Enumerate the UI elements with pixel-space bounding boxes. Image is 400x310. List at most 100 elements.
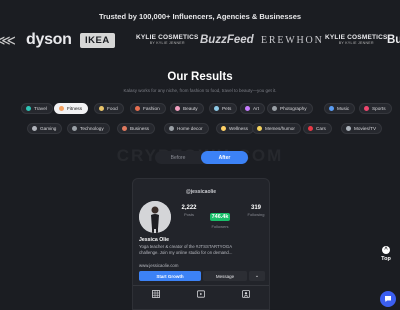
category-chip-label: Sports <box>372 106 386 111</box>
following-stat: 319 Following <box>241 205 271 217</box>
category-chip-label: Photography <box>280 106 307 111</box>
start-growth-button[interactable]: Start Growth <box>139 271 201 281</box>
category-chip-label: Technology <box>80 126 104 131</box>
category-chip-art[interactable]: Art <box>240 103 265 114</box>
category-chip-label: Business <box>130 126 150 131</box>
chat-bubble-icon <box>385 296 391 302</box>
before-option[interactable]: Before <box>155 151 201 164</box>
profile-name: Jessica Olie <box>139 237 169 243</box>
category-chip-business[interactable]: Business <box>117 123 156 134</box>
category-chip-label: Fashion <box>143 106 160 111</box>
wellness-icon <box>221 126 226 131</box>
profile-bio: Yoga teacher & creator of the #JTSSTARTY… <box>139 244 265 255</box>
category-chip-photography[interactable]: Photography <box>267 103 313 114</box>
food-icon <box>99 106 104 111</box>
category-chip-fitness[interactable]: Fitness <box>54 103 89 114</box>
kylie-cosmetics-logo-2: KYLIE COSMETICS BY KYLIE JENNER <box>325 27 388 53</box>
category-chip-label: Pets <box>222 106 232 111</box>
after-option[interactable]: After <box>201 151 248 164</box>
erewhon-logo: EREWHON <box>261 34 324 46</box>
category-chip-fashion[interactable]: Fashion <box>130 103 166 114</box>
category-chip-label: Wellness <box>229 126 248 131</box>
category-chip-label: Movies/TV <box>354 126 377 131</box>
category-chip-label: Home decor <box>177 126 203 131</box>
category-chip-cars[interactable]: Cars <box>303 123 332 134</box>
followers-count: 746.4k <box>209 213 231 221</box>
technology-icon <box>72 126 77 131</box>
fashion-icon <box>135 106 140 111</box>
category-chip-label: Food <box>107 106 118 111</box>
photography-icon <box>272 106 277 111</box>
before-after-toggle: Before After <box>155 151 248 164</box>
profile-website: www.jessicaolie.com <box>139 263 179 268</box>
category-chip-label: Gaming <box>40 126 57 131</box>
music-icon <box>329 106 334 111</box>
message-button[interactable]: Message <box>203 271 247 281</box>
movies-tv-icon <box>346 126 351 131</box>
chat-button[interactable] <box>380 291 396 307</box>
gaming-icon <box>32 126 37 131</box>
category-chip-label: Art <box>253 106 259 111</box>
pets-icon <box>214 106 219 111</box>
kylie-logo-sub: BY KYLIE JENNER <box>149 41 185 45</box>
category-chip-label: Memes/humor <box>265 126 295 131</box>
scroll-to-top-button[interactable]: ^ Top <box>376 246 396 262</box>
category-chip-travel[interactable]: Travel <box>21 103 53 114</box>
following-label: Following <box>247 212 265 217</box>
fitness-icon <box>59 106 64 111</box>
category-chip-pets[interactable]: Pets <box>209 103 238 114</box>
trusted-banner: Trusted by 100,000+ Influencers, Agencie… <box>98 12 302 21</box>
category-chip-music[interactable]: Music <box>324 103 356 114</box>
dyson-logo: dyson <box>26 31 72 48</box>
following-count: 319 <box>250 205 261 211</box>
memes-humor-icon <box>257 126 262 131</box>
category-chip-technology[interactable]: Technology <box>67 123 110 134</box>
avatar <box>139 201 171 233</box>
home-decor-icon <box>169 126 174 131</box>
category-chip-wellness[interactable]: Wellness <box>216 123 254 134</box>
more-dropdown-button[interactable]: ⌄ <box>249 271 265 281</box>
category-chip-label: Fitness <box>67 106 83 111</box>
category-chip-label: Cars <box>316 126 326 131</box>
profile-card: @jessicaolie 2,222 Posts 746.4k Follower… <box>132 178 270 310</box>
ikea-logo: IKEA <box>80 27 115 53</box>
card-divider <box>133 285 269 286</box>
avatar-photo-icon <box>139 201 171 233</box>
results-title: Our Results <box>167 71 233 83</box>
followers-label: Followers <box>211 224 229 229</box>
tagged-icon[interactable] <box>242 290 250 298</box>
business-icon <box>122 126 127 131</box>
followers-stat: 746.4k Followers <box>205 205 235 229</box>
category-chip-food[interactable]: Food <box>94 103 124 114</box>
category-chip-label: Music <box>337 106 350 111</box>
sports-icon <box>364 106 369 111</box>
ikea-logo-text: IKEA <box>80 32 115 48</box>
arrow-up-icon: ^ <box>382 246 390 254</box>
profile-handle: @jessicaolie <box>185 189 217 195</box>
category-chip-sports[interactable]: Sports <box>359 103 392 114</box>
category-chip-movies-tv[interactable]: Movies/TV <box>341 123 383 134</box>
kylie-logo-sub-2: BY KYLIE JENNER <box>338 41 374 45</box>
cars-icon <box>308 126 313 131</box>
partial-logo-left: ⋘ <box>0 31 16 48</box>
beauty-icon <box>175 106 180 111</box>
travel-icon <box>26 106 31 111</box>
buzzfeed-logo: BuzzFeed <box>200 34 254 46</box>
brand-logos-strip: ⋘ dyson IKEA KYLIE COSMETICS BY KYLIE JE… <box>0 27 400 53</box>
kylie-cosmetics-logo: KYLIE COSMETICS BY KYLIE JENNER <box>136 27 199 53</box>
category-chip-gaming[interactable]: Gaming <box>27 123 63 134</box>
video-icon[interactable] <box>197 290 205 298</box>
posts-stat: 2,222 Posts <box>174 205 204 217</box>
posts-label: Posts <box>183 212 194 217</box>
posts-count: 2,222 <box>181 205 197 211</box>
art-icon <box>245 106 250 111</box>
scroll-to-top-label: Top <box>381 256 391 262</box>
grid-icon[interactable] <box>152 290 160 298</box>
category-chip-label: Beauty <box>183 106 198 111</box>
partial-logo-right: Bu <box>387 34 400 46</box>
category-chip-label: Travel <box>34 106 47 111</box>
category-chip-beauty[interactable]: Beauty <box>170 103 204 114</box>
category-chip-memes-humor[interactable]: Memes/humor <box>252 123 301 134</box>
results-subtitle: Kalasy works for any niche, from fashion… <box>123 88 277 93</box>
category-chip-home-decor[interactable]: Home decor <box>164 123 209 134</box>
